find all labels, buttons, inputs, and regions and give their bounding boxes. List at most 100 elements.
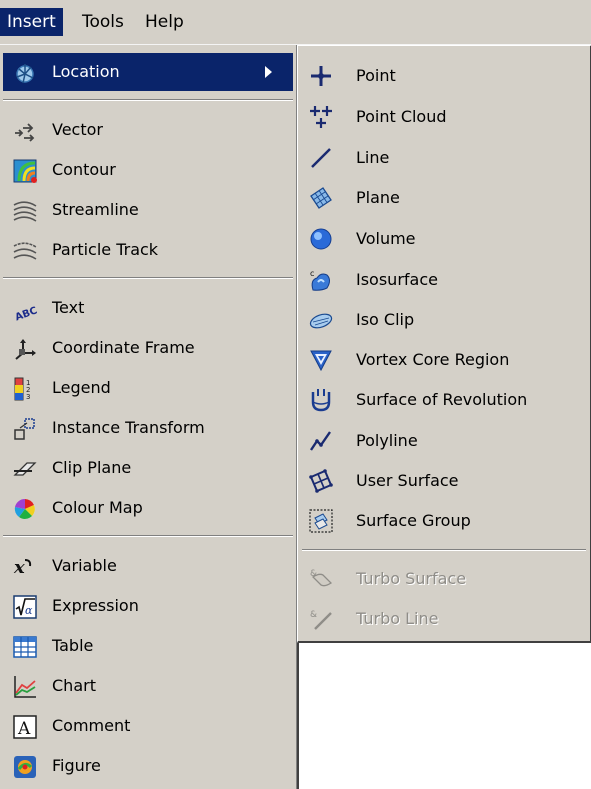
menu-item-comment[interactable]: A Comment — [3, 707, 293, 745]
submenu-item-label: Point Cloud — [356, 107, 447, 126]
submenu-item-label: Point — [356, 66, 396, 85]
menu-item-label: Text — [52, 298, 85, 317]
submenu-item-label: Surface of Revolution — [356, 390, 528, 409]
menu-item-label: Location — [52, 62, 120, 81]
submenu-item-turbo-surface[interactable]: & Turbo Surface — [300, 559, 588, 599]
menu-item-location[interactable]: Location — [3, 53, 293, 91]
submenu-separator — [302, 549, 586, 551]
submenu-item-iso-clip[interactable]: Iso Clip — [300, 300, 588, 340]
menu-item-chart[interactable]: Chart — [3, 667, 293, 705]
svg-text:3: 3 — [26, 393, 30, 401]
menu-item-label: Figure — [52, 756, 101, 775]
clip-plane-icon — [13, 457, 37, 481]
submenu-item-label: Turbo Surface — [356, 569, 467, 588]
submenu-item-polyline[interactable]: Polyline — [300, 421, 588, 461]
menu-item-table[interactable]: Table — [3, 627, 293, 665]
submenu-item-label: Polyline — [356, 431, 418, 450]
point-icon — [309, 64, 333, 88]
svg-text:&: & — [310, 569, 317, 579]
svg-text:α: α — [25, 604, 33, 617]
menu-item-coordinate-frame[interactable]: Coordinate Frame — [3, 329, 293, 367]
particle-track-icon — [13, 239, 37, 263]
chart-icon — [13, 675, 37, 699]
submenu-item-user-surface[interactable]: User Surface — [300, 461, 588, 501]
menu-item-label: Table — [52, 636, 94, 655]
menu-item-label: Contour — [52, 160, 116, 179]
menu-bar: Insert Tools Help — [0, 0, 591, 45]
comment-icon: A — [13, 715, 37, 739]
menu-item-variable[interactable]: x Variable — [3, 547, 293, 585]
table-icon — [13, 635, 37, 659]
menu-item-label: Chart — [52, 676, 96, 695]
menu-separator — [3, 277, 293, 279]
coordinate-frame-icon — [13, 337, 37, 361]
menu-item-label: Comment — [52, 716, 131, 735]
streamline-icon — [13, 199, 37, 223]
menu-separator — [3, 535, 293, 537]
menu-item-label: Vector — [52, 120, 103, 139]
menu-item-expression[interactable]: α Expression — [3, 587, 293, 625]
menu-help[interactable]: Help — [138, 8, 191, 36]
point-cloud-icon — [309, 105, 333, 129]
volume-icon — [309, 227, 333, 251]
instance-transform-icon — [13, 417, 37, 441]
menu-item-legend[interactable]: 1 2 3 Legend — [3, 369, 293, 407]
submenu-item-surface-of-revolution[interactable]: Surface of Revolution — [300, 380, 588, 420]
location-submenu: Point Point Cloud Line Plane Volume c Is… — [297, 45, 591, 643]
menu-item-label: Streamline — [52, 200, 139, 219]
text-abc-icon: ABC — [13, 297, 37, 321]
location-icon — [13, 61, 37, 85]
svg-text:x: x — [13, 557, 25, 578]
menu-item-label: Variable — [52, 556, 117, 575]
submenu-item-label: Surface Group — [356, 511, 471, 530]
plane-icon — [309, 186, 333, 210]
menu-item-text[interactable]: ABC Text — [3, 289, 293, 327]
svg-text:&: & — [310, 610, 317, 620]
submenu-item-label: Turbo Line — [356, 609, 439, 628]
submenu-item-volume[interactable]: Volume — [300, 219, 588, 259]
contour-icon — [13, 159, 37, 183]
menu-item-label: Particle Track — [52, 240, 159, 259]
menu-item-contour[interactable]: Contour — [3, 151, 293, 189]
menu-item-vector[interactable]: Vector — [3, 111, 293, 149]
user-surface-icon — [309, 469, 333, 493]
submenu-item-point-cloud[interactable]: Point Cloud — [300, 97, 588, 137]
turbo-surface-icon: & — [309, 567, 333, 591]
variable-icon: x — [13, 555, 37, 579]
expression-icon: α — [13, 595, 37, 619]
submenu-item-point[interactable]: Point — [300, 56, 588, 96]
menu-item-label: Instance Transform — [52, 418, 205, 437]
menu-insert[interactable]: Insert — [0, 8, 63, 36]
menu-item-streamline[interactable]: Streamline — [3, 191, 293, 229]
submenu-item-label: Line — [356, 148, 390, 167]
vortex-core-icon — [309, 348, 333, 372]
submenu-item-turbo-line[interactable]: & Turbo Line — [300, 599, 588, 639]
submenu-item-isosurface[interactable]: c Isosurface — [300, 260, 588, 300]
menu-item-label: Legend — [52, 378, 111, 397]
svg-text:c: c — [310, 269, 314, 278]
menu-item-particle-track[interactable]: Particle Track — [3, 231, 293, 269]
menu-item-figure[interactable]: Figure — [3, 747, 293, 785]
surface-of-revolution-icon — [309, 388, 333, 412]
iso-clip-icon — [309, 308, 333, 332]
submenu-item-surface-group[interactable]: Surface Group — [300, 501, 588, 541]
menu-tools[interactable]: Tools — [75, 8, 131, 36]
submenu-item-label: Volume — [356, 229, 416, 248]
insert-menu: Location Vector Contour Streamline Parti… — [0, 45, 299, 789]
submenu-item-label: Vortex Core Region — [356, 350, 510, 369]
line-icon — [309, 146, 333, 170]
submenu-item-label: Isosurface — [356, 270, 438, 289]
svg-text:A: A — [17, 719, 31, 739]
submenu-item-plane[interactable]: Plane — [300, 178, 588, 218]
menu-item-instance-transform[interactable]: Instance Transform — [3, 409, 293, 447]
menu-item-colour-map[interactable]: Colour Map — [3, 489, 293, 527]
menu-item-clip-plane[interactable]: Clip Plane — [3, 449, 293, 487]
menu-item-label: Clip Plane — [52, 458, 132, 477]
menu-item-label: Colour Map — [52, 498, 143, 517]
submenu-item-line[interactable]: Line — [300, 138, 588, 178]
submenu-item-label: User Surface — [356, 471, 459, 490]
menu-separator — [3, 99, 293, 101]
submenu-item-vortex-core-region[interactable]: Vortex Core Region — [300, 340, 588, 380]
svg-text:ABC: ABC — [14, 305, 37, 321]
polyline-icon — [309, 429, 333, 453]
